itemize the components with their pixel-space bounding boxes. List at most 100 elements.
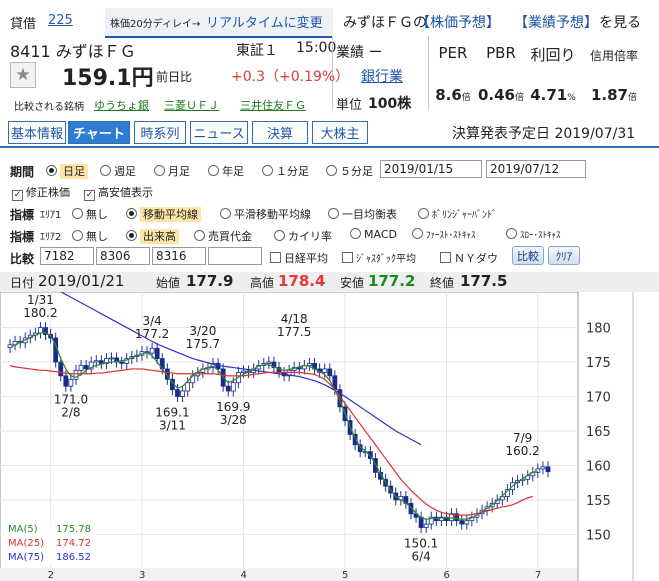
nydow-label: ＮＹダウ xyxy=(454,252,498,265)
area1-ichimoku-label: 一目均衡表 xyxy=(342,208,397,221)
period-5min-label: ５分足 xyxy=(340,165,373,178)
candle-body xyxy=(68,378,74,387)
radio-icon xyxy=(126,208,137,219)
performance-forecast-link[interactable]: 【業績予想】 xyxy=(514,12,598,32)
nydow-check[interactable]: ＮＹダウ xyxy=(440,250,498,266)
radio-icon xyxy=(220,208,231,219)
area2-none[interactable]: 無し xyxy=(72,228,108,244)
stock-forecast-link[interactable]: 【株価予想】 xyxy=(416,12,500,32)
period-weekly-label: 週足 xyxy=(114,165,136,178)
candle-body xyxy=(225,385,231,392)
radio-icon xyxy=(72,208,83,219)
radio-icon xyxy=(412,228,423,239)
close-label: 終値 xyxy=(430,276,455,290)
candle-body xyxy=(540,466,546,470)
margin-ratio-value: 1.87倍 xyxy=(582,86,646,104)
compare-code-4[interactable] xyxy=(208,247,262,265)
tab-shareholders[interactable]: 大株主 xyxy=(312,121,368,144)
price-chart[interactable]: 1/31180.2171.02/83/4177.2169.13/113/2017… xyxy=(0,292,659,581)
period-monthly[interactable]: 月足 xyxy=(154,163,190,179)
area1-none-label: 無し xyxy=(86,208,108,221)
area2-macd[interactable]: MACD xyxy=(350,228,397,241)
tab-earnings[interactable]: 決算 xyxy=(252,121,308,144)
candle-body xyxy=(307,363,312,366)
nikkei-check[interactable]: 日経平均 xyxy=(270,250,328,266)
period-weekly[interactable]: 週足 xyxy=(100,163,136,179)
candle-body xyxy=(58,361,64,377)
candle-body xyxy=(109,357,114,360)
area2-fast-stoch[interactable]: ﾌｧｰｽﾄ･ｽﾄｷｬｽ xyxy=(412,228,476,241)
area1-ema[interactable]: 平滑移動平均線 xyxy=(220,206,311,222)
compare-button[interactable]: 比較 xyxy=(512,246,544,265)
candle-body xyxy=(464,520,470,525)
date-to-input[interactable]: 2019/07/12 xyxy=(486,160,586,178)
yield-value: 4.71% xyxy=(526,86,580,104)
compare-link-mufg[interactable]: 三菱ＵＦＪ xyxy=(164,97,219,113)
y-tick-label: 155 xyxy=(586,494,611,509)
unit-label: 単位 xyxy=(336,98,363,113)
area2-deviation[interactable]: カイリ率 xyxy=(274,228,332,244)
yield-unit: % xyxy=(567,93,576,103)
jasdaq-check[interactable]: ｼﾞｬｽﾀﾞｯｸ平均 xyxy=(342,250,416,265)
area2-fast-stoch-label: ﾌｧｰｽﾄ･ｽﾄｷｬｽ xyxy=(426,231,476,241)
candle-body xyxy=(38,327,43,334)
area1-label: ｴﾘｱ1 xyxy=(40,210,62,221)
y-tick-label: 170 xyxy=(586,391,611,406)
legend-ma75-name: MA(75) xyxy=(8,552,44,563)
pbr-number: 0.46 xyxy=(477,86,515,104)
radio-icon xyxy=(328,208,339,219)
candle-body xyxy=(327,368,333,377)
area2-volume[interactable]: 出来高 xyxy=(126,228,179,244)
tab-chart[interactable]: チャート xyxy=(68,121,130,144)
date-from-input[interactable]: 2019/01/15 xyxy=(380,160,482,178)
realtime-link[interactable]: リアルタイムに変更 xyxy=(206,12,323,31)
date-label: 日付 xyxy=(10,276,35,290)
area2-turnover[interactable]: 売買代金 xyxy=(194,228,252,244)
period-yearly-label: 年足 xyxy=(222,165,244,178)
adjusted-price-check[interactable]: ✓ 修正株価 xyxy=(12,184,70,201)
candle-body xyxy=(322,368,328,373)
period-5min[interactable]: ５分足 xyxy=(326,163,373,179)
checkbox-icon xyxy=(270,252,281,263)
tab-timeseries[interactable]: 時系列 xyxy=(134,121,186,144)
open-label: 始値 xyxy=(156,276,181,290)
area1-ma[interactable]: 移動平均線 xyxy=(126,206,201,222)
period-daily[interactable]: 日足 xyxy=(46,163,88,179)
price-annotation: 1/31 xyxy=(27,293,54,307)
per-number: 8.6 xyxy=(435,86,462,104)
y-tick-label: 160 xyxy=(586,459,611,474)
yield-number: 4.71 xyxy=(530,86,568,104)
area1-bollinger[interactable]: ﾎﾞﾘﾝｼﾞｬｰﾊﾞﾝﾄﾞ xyxy=(418,206,497,221)
candle-body xyxy=(266,361,272,364)
legend-ma5-name: MA(5) xyxy=(8,524,38,535)
compare-code-2[interactable]: 8306 xyxy=(96,247,150,265)
candle-body xyxy=(545,466,551,473)
pbr-label: PBR xyxy=(486,44,516,62)
candle-body xyxy=(154,347,160,360)
area1-none[interactable]: 無し xyxy=(72,206,108,222)
candle-body xyxy=(83,365,89,370)
period-yearly[interactable]: 年足 xyxy=(208,163,244,179)
x-tick-label: 5 xyxy=(342,570,348,581)
hilo-display-check[interactable]: ✓ 高安値表示 xyxy=(84,184,153,201)
tab-basic-info[interactable]: 基本情報 xyxy=(8,121,66,144)
radio-icon xyxy=(46,165,57,176)
industry-link[interactable]: 銀行業 xyxy=(361,66,403,86)
market-code-link[interactable]: 225 xyxy=(48,13,73,28)
area1-ichimoku[interactable]: 一目均衡表 xyxy=(328,206,397,222)
compare-code-3[interactable]: 8316 xyxy=(152,247,206,265)
price-annotation: 160.2 xyxy=(505,444,539,458)
tab-news[interactable]: ニュース xyxy=(190,121,248,144)
clear-button[interactable]: ｸﾘｱ xyxy=(548,246,580,265)
margin-ratio-unit: 倍 xyxy=(628,93,638,103)
checkbox-checked-icon: ✓ xyxy=(84,190,95,201)
radio-icon xyxy=(208,165,219,176)
compare-link-yucho[interactable]: ゆうちょ銀 xyxy=(94,97,149,113)
favorite-star-icon[interactable]: ★ xyxy=(10,62,36,88)
legend-ma75-value: 186.52 xyxy=(56,552,91,563)
compare-link-smfg[interactable]: 三井住友ＦＧ xyxy=(240,97,306,113)
period-1min[interactable]: １分足 xyxy=(262,163,309,179)
area2-slow-stoch[interactable]: ｽﾛｰ･ｽﾄｷｬｽ xyxy=(506,228,561,241)
area1-bollinger-label: ﾎﾞﾘﾝｼﾞｬｰﾊﾞﾝﾄﾞ xyxy=(432,210,497,221)
compare-code-1[interactable]: 7182 xyxy=(40,247,94,265)
